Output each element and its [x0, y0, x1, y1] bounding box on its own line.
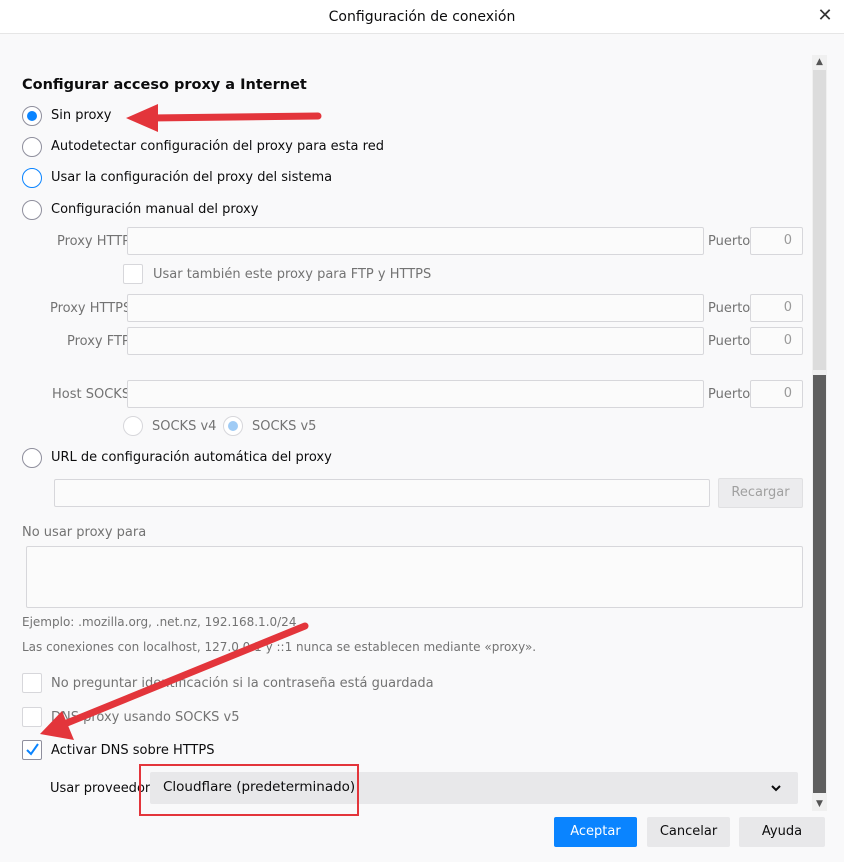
annotation-arrows	[40, 104, 322, 740]
arrow-to-doh	[40, 622, 309, 740]
arrow-to-no-proxy	[126, 104, 322, 132]
